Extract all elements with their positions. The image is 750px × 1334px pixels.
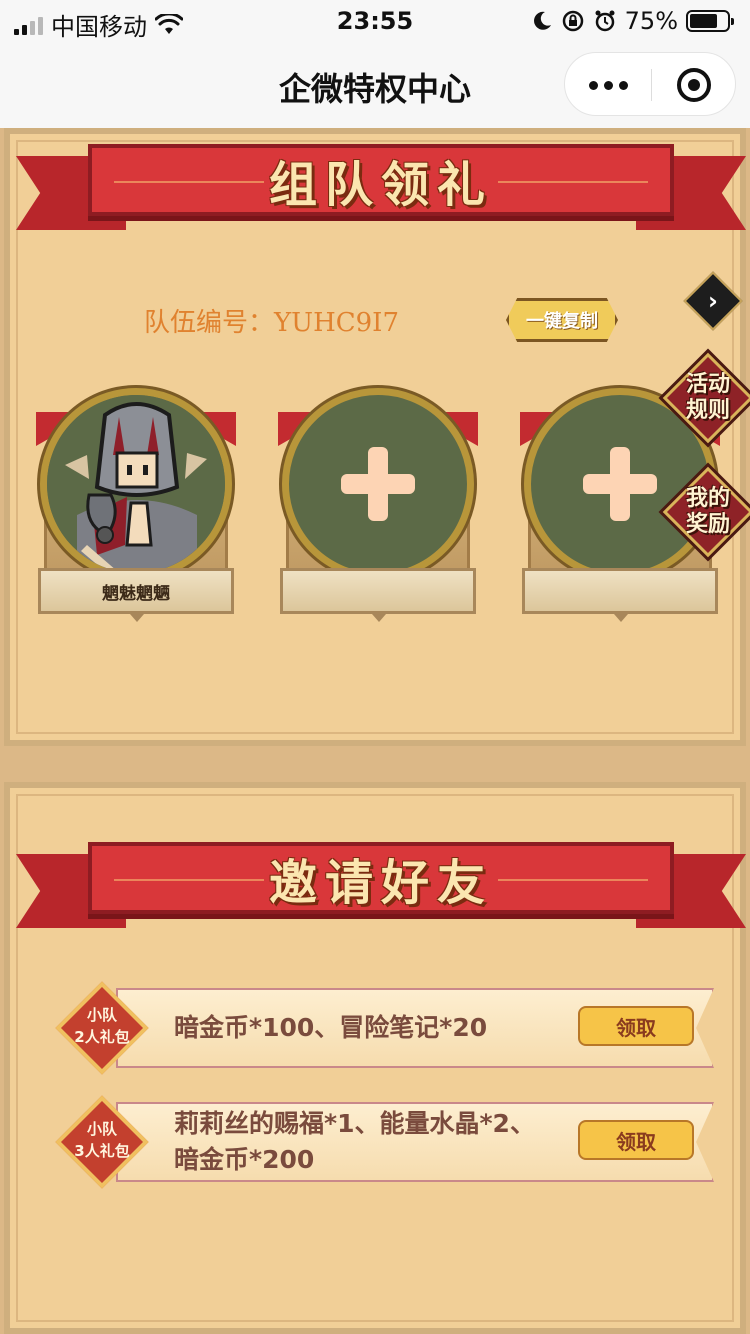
reward-badge: 小队 3人礼包 xyxy=(55,1095,149,1189)
reward-badge: 小队 2人礼包 xyxy=(55,981,149,1075)
avatar xyxy=(40,388,232,580)
copy-button[interactable]: 一键复制 xyxy=(506,298,618,342)
reward-badge-text: 小队 2人礼包 xyxy=(74,1006,130,1046)
plus-icon xyxy=(341,447,415,521)
mini-program-capsule xyxy=(564,52,736,116)
my-rewards-label: 我的 奖励 xyxy=(685,486,730,537)
member-name-plate xyxy=(522,568,718,614)
member-name: 魍魅魍魉 xyxy=(102,583,170,604)
target-icon xyxy=(677,68,711,102)
team-member-slot-1[interactable]: 魍魅魍魉 xyxy=(36,388,236,628)
plus-icon xyxy=(583,447,657,521)
member-name-plate: 魍魅魍魉 xyxy=(38,568,234,614)
activity-rules-button[interactable]: 活动 规则 xyxy=(662,352,750,444)
invite-panel: 邀请好友 小队 2人礼包 暗金币*100、冒险笔记*20 领取 小队 3人礼包 莉莉… xyxy=(4,782,746,1334)
reward-row-3-person: 小队 3人礼包 莉莉丝的赐福*1、能量水晶*2、暗金币*200 领取 xyxy=(55,1095,716,1189)
chevron-right-icon: › xyxy=(708,287,718,315)
my-rewards-button[interactable]: 我的 奖励 xyxy=(662,466,750,558)
knight-avatar-image xyxy=(47,395,225,573)
rotation-lock-icon xyxy=(562,10,583,32)
team-member-slot-2[interactable] xyxy=(278,388,478,628)
invite-section-title: 邀请好友 xyxy=(268,855,493,911)
status-right: 75% xyxy=(531,7,734,35)
activity-rules-label: 活动 规则 xyxy=(685,372,730,423)
invite-ribbon: 邀请好友 xyxy=(10,832,750,942)
team-panel: 组队领礼 队伍编号：YUHC9I7 一键复制 › 魍魅魍魉 活动 规则 我的 奖… xyxy=(4,128,750,746)
expand-arrow-button[interactable]: › xyxy=(683,271,743,331)
nav-bar: 企微特权中心 xyxy=(0,42,750,128)
reward-items: 暗金币*100、冒险笔记*20 xyxy=(174,1013,488,1042)
claim-button[interactable]: 领取 xyxy=(578,1120,694,1160)
reward-badge-text: 小队 3人礼包 xyxy=(74,1120,130,1160)
moon-icon xyxy=(533,11,551,30)
page-content: 组队领礼 队伍编号：YUHC9I7 一键复制 › 魍魅魍魉 活动 规则 我的 奖… xyxy=(0,128,750,1334)
more-button[interactable] xyxy=(565,53,651,117)
team-section-title: 组队领礼 xyxy=(268,157,493,213)
reward-items: 莉莉丝的赐福*1、能量水晶*2、暗金币*200 xyxy=(174,1109,535,1174)
battery-percent: 75% xyxy=(624,7,678,35)
member-name-plate xyxy=(280,568,476,614)
team-ribbon: 组队领礼 xyxy=(10,134,750,244)
claim-button[interactable]: 领取 xyxy=(578,1006,694,1046)
alarm-icon xyxy=(595,10,615,32)
battery-icon xyxy=(686,10,734,32)
close-button[interactable] xyxy=(651,53,737,117)
reward-row-2-person: 小队 2人礼包 暗金币*100、冒险笔记*20 领取 xyxy=(55,981,716,1075)
team-number: 队伍编号：YUHC9I7 xyxy=(144,308,399,338)
invite-member-button[interactable] xyxy=(282,388,474,580)
status-bar: 中国移动 23:55 75% xyxy=(0,0,750,42)
